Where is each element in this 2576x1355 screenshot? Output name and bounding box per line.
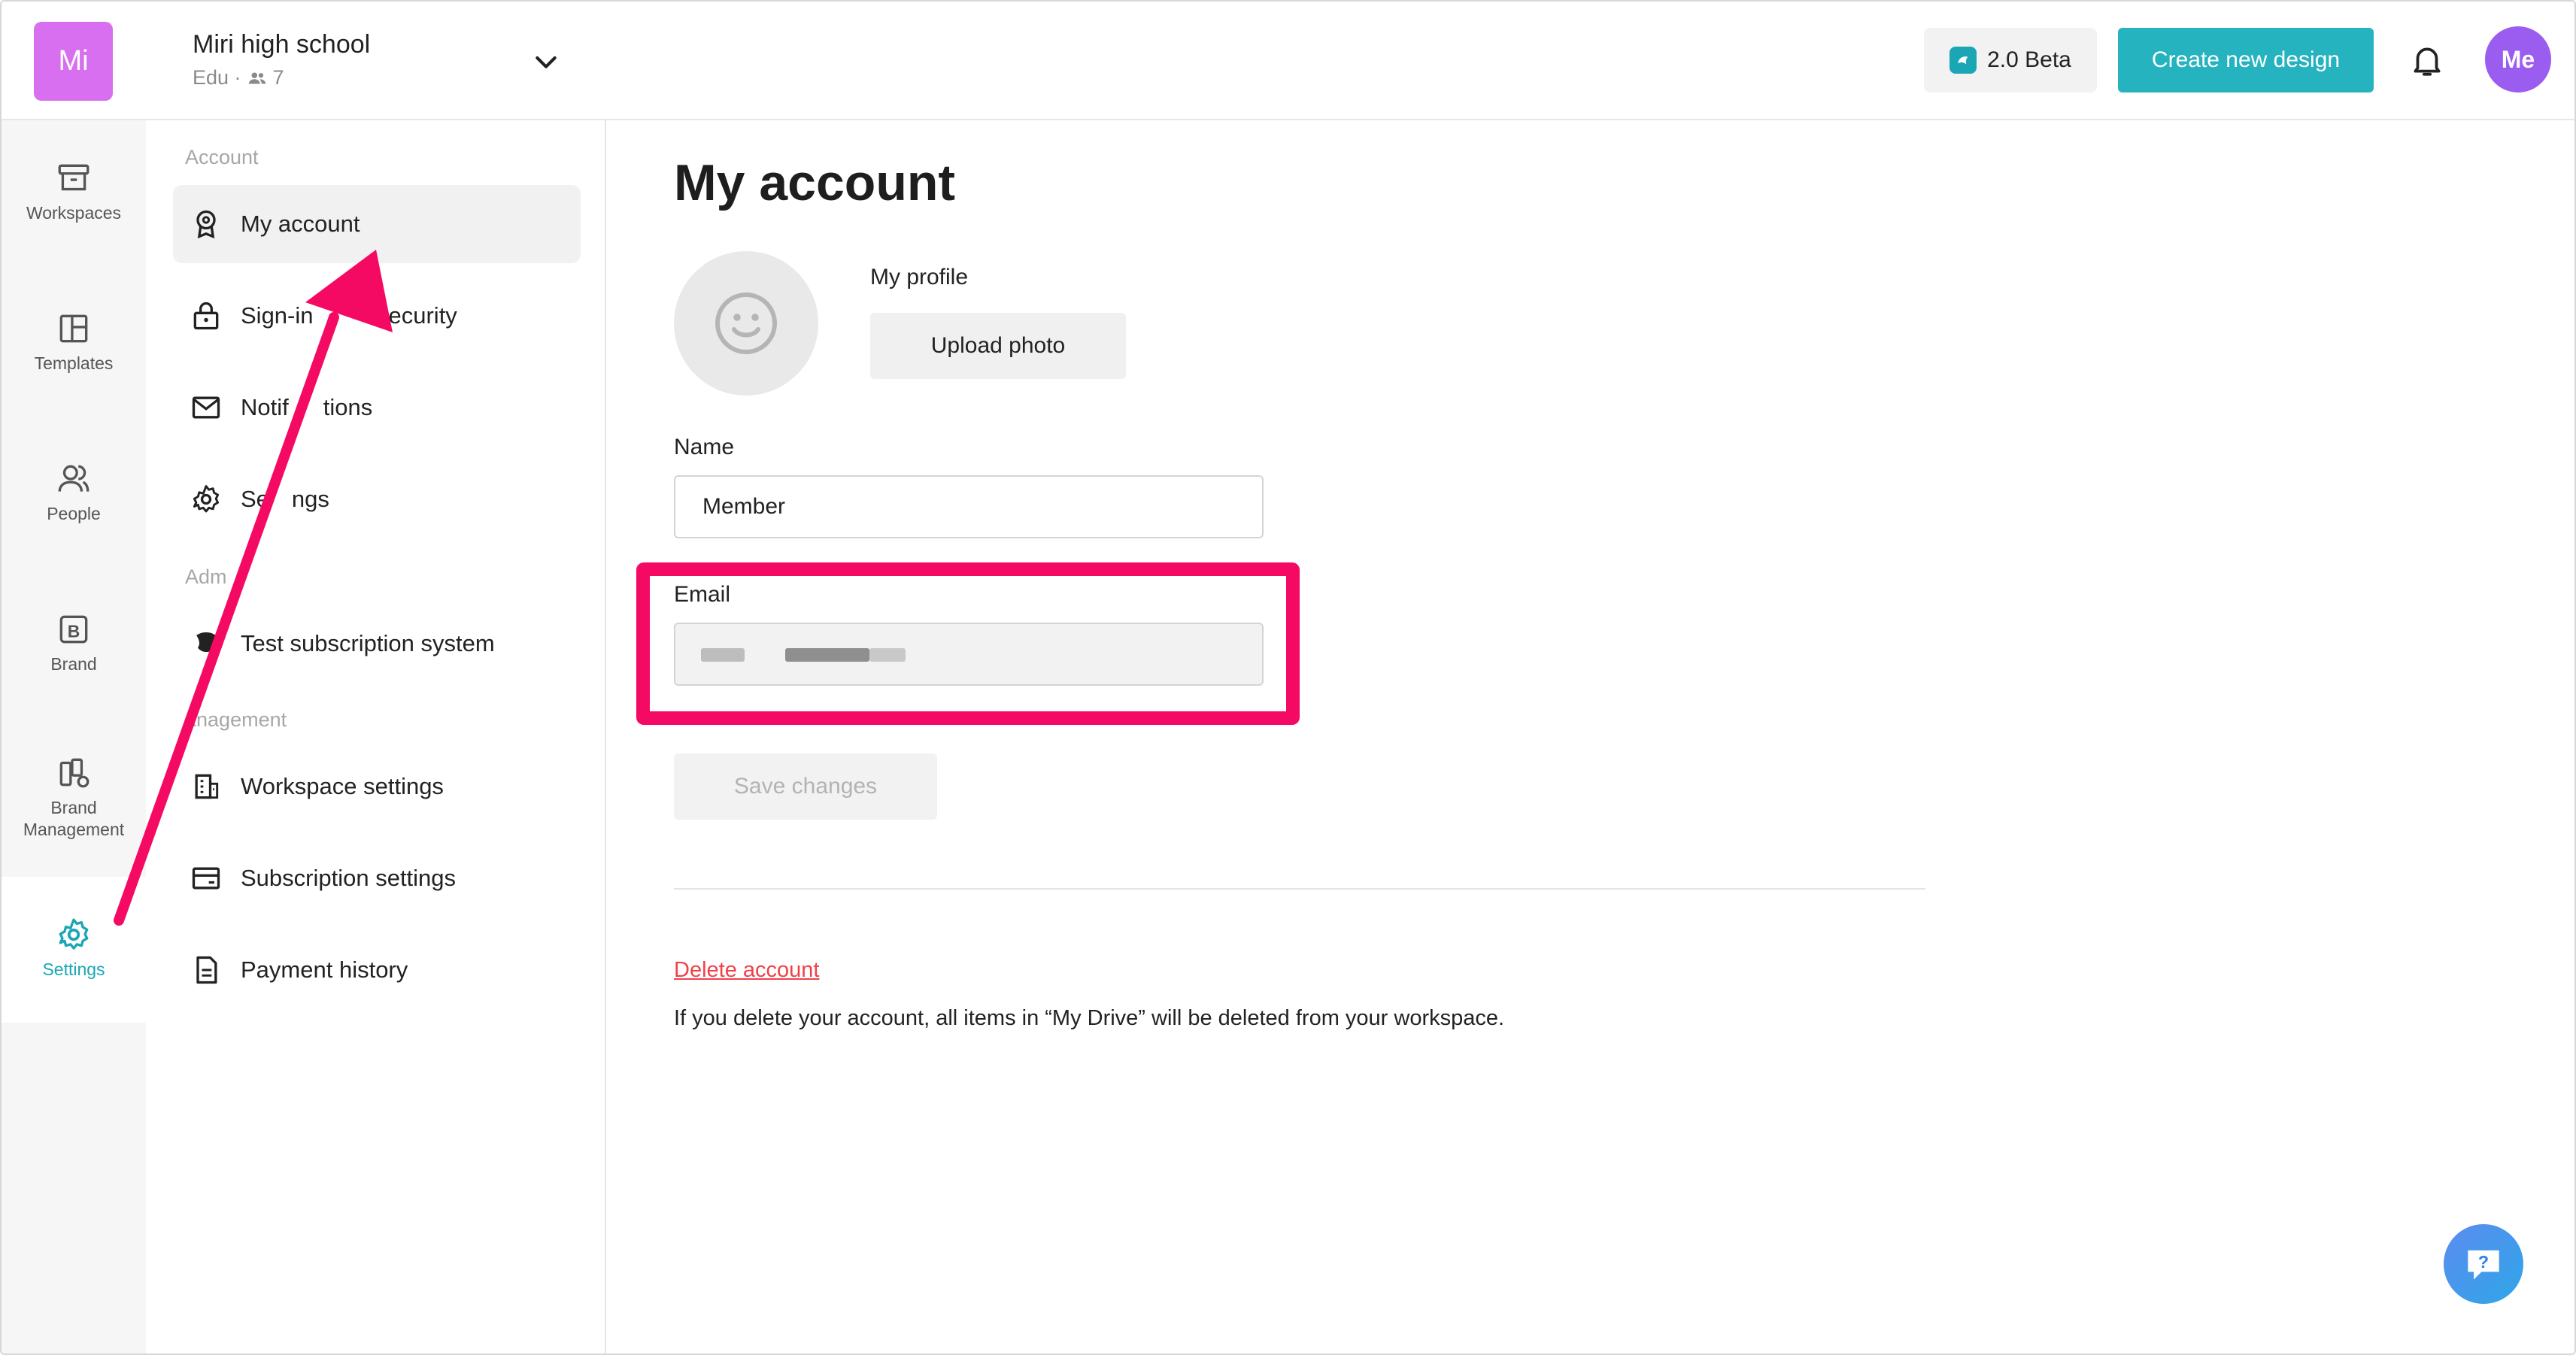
svg-text:B: B [68,621,80,641]
help-icon: ? [2468,1250,2499,1280]
svg-text:?: ? [2478,1252,2489,1272]
rail-item-people[interactable]: People [2,460,146,524]
settings-nav: Account My account Sign-in ecurity Notif t… [146,120,606,1353]
rail-item-templates[interactable]: Templates [2,310,146,374]
workspace-name[interactable]: Miri high school [193,30,370,59]
upload-photo-button[interactable]: Upload photo [870,313,1126,379]
card-icon [192,867,220,890]
nav-section-account: Account [185,146,259,168]
rail-item-settings[interactable]: Settings [2,877,146,1023]
member-count: 7 [272,66,284,89]
workspace-plan: Edu · [193,66,241,89]
lock-icon [193,302,219,330]
nav-section-management: anagement [185,708,287,731]
nav-item-my-account[interactable]: My account [173,185,581,263]
user-avatar[interactable]: Me [2485,26,2551,92]
nav-item-payment-history[interactable]: Payment history [173,931,581,1009]
email-highlight-box [636,562,1300,725]
rail-item-workspaces[interactable]: Workspaces [2,159,146,223]
beta-logo-icon [1949,47,1977,74]
nav-item-workspace-settings[interactable]: Workspace settings [173,747,581,826]
delete-account-note: If you delete your account, all items in… [674,1006,1505,1030]
name-label: Name [674,435,735,459]
workspace-logo[interactable]: Mi [34,22,113,101]
nav-item-notifications[interactable]: Notif tions [173,368,581,447]
profile-label: My profile [870,265,969,289]
create-new-design-button[interactable]: Create new design [2118,28,2374,92]
nav-item-test-subscription-system[interactable]: Test subscription system [173,605,581,683]
gear-icon [59,918,89,950]
bell-icon[interactable] [2408,41,2446,79]
gear-icon [193,485,220,513]
top-bar: Mi Miri high school Edu · 7 2.0 Beta Cre… [2,2,2574,120]
award-icon [196,210,216,239]
beta-button[interactable]: 2.0 Beta [1924,28,2097,92]
workspace-meta: Edu · 7 [193,66,284,89]
nav-item-settings[interactable]: Se ngs [173,460,581,538]
building-icon [195,774,219,799]
smiley-icon [715,293,777,354]
chevron-down-icon[interactable] [531,47,561,77]
nav-item-subscription-settings[interactable]: Subscription settings [173,839,581,917]
nav-section-admin: Adm [185,565,227,588]
help-chat-button[interactable]: ? [2444,1224,2523,1304]
members-icon [248,72,265,83]
rail-item-brand-management[interactable]: Brand Management [2,753,146,841]
people-icon [58,465,90,492]
layout-icon [59,314,88,343]
rail-item-brand[interactable]: B Brand [2,611,146,674]
page-title: My account [674,154,956,211]
delete-account-link[interactable]: Delete account [674,958,819,983]
archive-icon [58,164,90,191]
brand-b-icon: B [59,615,88,644]
nav-item-sign-in-security[interactable]: Sign-in ecurity [173,277,581,355]
brand-management-icon [59,758,90,788]
document-icon [196,956,217,984]
main-content: My account My profile Upload photo Name … [606,120,2574,1353]
save-changes-button[interactable]: Save changes [674,753,937,820]
divider [674,888,1925,890]
name-field[interactable] [674,475,1264,538]
app-window: Mi Miri high school Edu · 7 2.0 Beta Cre… [0,0,2576,1355]
left-rail: Workspaces Templates People B Brand Bran… [2,120,146,1353]
profile-avatar[interactable] [674,251,818,396]
mail-icon [192,396,220,419]
admin-icon [196,632,217,653]
